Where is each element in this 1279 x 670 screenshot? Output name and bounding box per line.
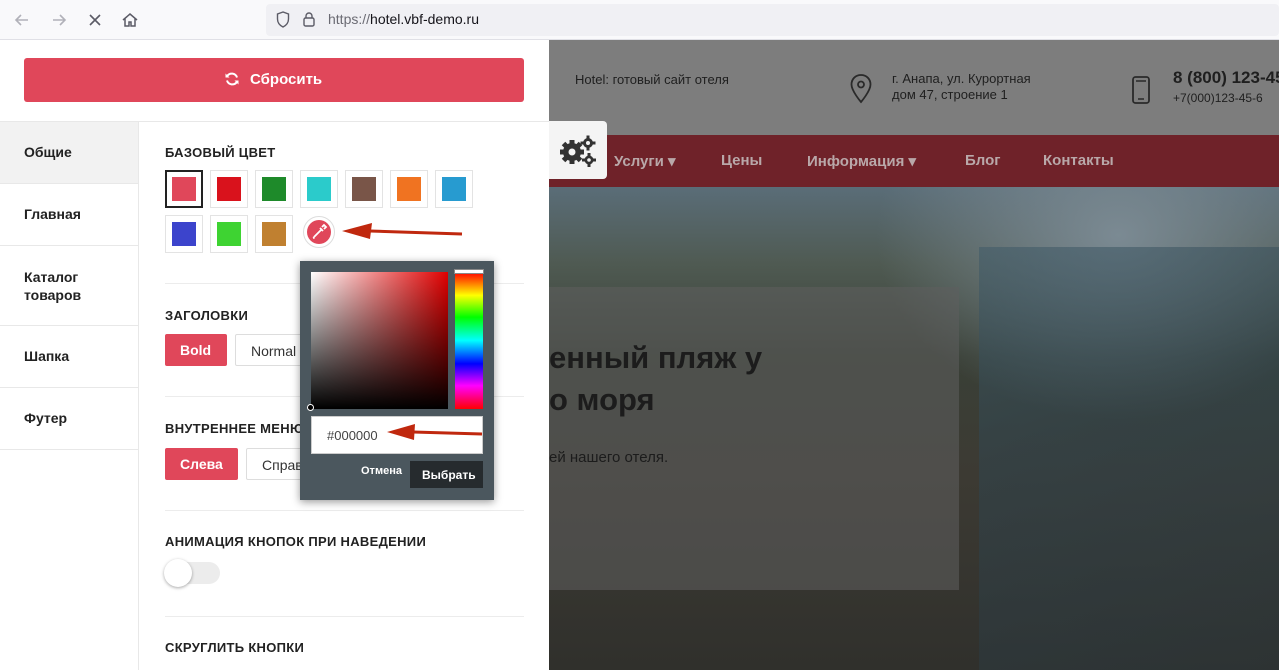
refresh-icon: [225, 72, 239, 86]
inner-menu-left-button[interactable]: Слева: [165, 448, 238, 480]
color-swatch[interactable]: [435, 170, 473, 208]
nav-item-prices[interactable]: Цены: [721, 152, 762, 169]
tab-catalog[interactable]: Каталог товаров: [0, 246, 138, 326]
url-protocol: https://: [328, 11, 371, 27]
color-swatch[interactable]: [345, 170, 383, 208]
lock-icon[interactable]: [303, 11, 315, 27]
settings-toggle-button[interactable]: [549, 121, 607, 179]
tab-header[interactable]: Шапка: [0, 326, 138, 388]
color-swatch[interactable]: [300, 170, 338, 208]
settings-tabs: Общие Главная Каталог товаров Шапка Футе…: [0, 122, 139, 670]
location-pin-icon: [850, 74, 872, 104]
stop-loading-icon[interactable]: [85, 10, 105, 30]
color-swatch[interactable]: [390, 170, 428, 208]
hero-text-box: [549, 287, 959, 590]
color-swatch-fill: [172, 222, 196, 246]
base-color-title: БАЗОВЫЙ ЦВЕТ: [165, 145, 276, 160]
home-icon[interactable]: [120, 10, 140, 30]
headings-title: ЗАГОЛОВКИ: [165, 308, 249, 323]
reset-button[interactable]: Сбросить: [24, 58, 524, 102]
nav-item-info[interactable]: Информация ▾: [807, 152, 916, 170]
color-swatch-fill: [442, 177, 466, 201]
tracking-shield-icon[interactable]: [276, 11, 290, 28]
custom-color-fill: [307, 220, 331, 244]
color-swatch-fill: [307, 177, 331, 201]
headings-bold-button[interactable]: Bold: [165, 334, 227, 366]
nav-item-blog[interactable]: Блог: [965, 152, 1001, 169]
saturation-handle[interactable]: [307, 404, 314, 411]
color-swatch[interactable]: [165, 215, 203, 253]
inner-menu-title: ВНУТРЕННЕЕ МЕНЮ: [165, 421, 300, 436]
button-animation-title: АНИМАЦИЯ КНОПОК ПРИ НАВЕДЕНИИ: [165, 534, 427, 549]
button-animation-toggle[interactable]: [164, 559, 220, 587]
tab-footer[interactable]: Футер: [0, 388, 138, 450]
tab-general[interactable]: Общие: [0, 122, 138, 184]
reset-button-label: Сбросить: [250, 71, 323, 88]
phone-icon: [1132, 76, 1150, 104]
nav-item-services[interactable]: Услуги ▾: [614, 152, 676, 170]
annotation-arrow-icon: [342, 223, 463, 239]
color-swatch[interactable]: [210, 215, 248, 253]
divider: [165, 616, 524, 617]
site-header: Hotel: готовый сайт отеля г. Анапа, ул. …: [549, 40, 1279, 135]
forward-arrow-icon[interactable]: [49, 10, 69, 30]
choose-button[interactable]: Выбрать: [410, 461, 483, 488]
site-phone-primary[interactable]: 8 (800) 123-45: [1173, 68, 1279, 88]
url-host: hotel.vbf-demo.ru: [370, 11, 479, 27]
tab-main[interactable]: Главная: [0, 184, 138, 246]
round-buttons-title: СКРУГЛИТЬ КНОПКИ: [165, 640, 305, 655]
address-line-2: дом 47, строение 1: [892, 87, 1008, 102]
site-navigation: Услуги ▾ Цены Информация ▾ Блог Контакты: [549, 135, 1279, 187]
hero-title-line-1: енный пляж у: [549, 340, 763, 375]
color-swatch[interactable]: [210, 170, 248, 208]
divider: [165, 510, 524, 511]
url-text[interactable]: https://hotel.vbf-demo.ru: [328, 11, 479, 27]
color-swatch-fill: [172, 177, 196, 201]
hero-subtitle: ей нашего отеля.: [549, 449, 669, 466]
nav-item-contacts[interactable]: Контакты: [1043, 152, 1114, 169]
website-background: Hotel: готовый сайт отеля г. Анапа, ул. …: [549, 40, 1279, 670]
gears-icon: [560, 135, 596, 167]
eyedropper-icon: [312, 223, 328, 239]
color-swatch-fill: [217, 222, 241, 246]
hex-color-value: #000000: [327, 428, 378, 443]
toggle-knob: [164, 559, 192, 587]
cancel-button[interactable]: Отмена: [361, 465, 402, 477]
site-tagline: Hotel: готовый сайт отеля: [575, 72, 729, 87]
color-swatch[interactable]: [255, 215, 293, 253]
hue-handle[interactable]: [454, 269, 484, 274]
site-phone-secondary[interactable]: +7(000)123-45-6: [1173, 91, 1263, 105]
site-address: г. Анапа, ул. Курортная дом 47, строение…: [892, 71, 1031, 103]
annotation-arrow-icon: [387, 424, 483, 440]
hero-title: енный пляж у о моря: [549, 337, 762, 421]
saturation-value-area[interactable]: [311, 272, 448, 409]
color-swatch[interactable]: [165, 170, 203, 208]
browser-toolbar: https://hotel.vbf-demo.ru: [0, 0, 1279, 40]
color-picker-popup: #000000 Отмена Выбрать: [300, 261, 494, 500]
color-swatch-fill: [262, 222, 286, 246]
color-swatch-fill: [352, 177, 376, 201]
hero-title-line-2: о моря: [549, 382, 655, 417]
back-arrow-icon[interactable]: [12, 10, 32, 30]
hue-slider[interactable]: [455, 272, 483, 409]
color-swatch-fill: [262, 177, 286, 201]
address-line-1: г. Анапа, ул. Курортная: [892, 71, 1031, 86]
color-swatch-fill: [397, 177, 421, 201]
custom-color-button[interactable]: [303, 216, 335, 248]
color-swatch[interactable]: [255, 170, 293, 208]
color-swatch-fill: [217, 177, 241, 201]
